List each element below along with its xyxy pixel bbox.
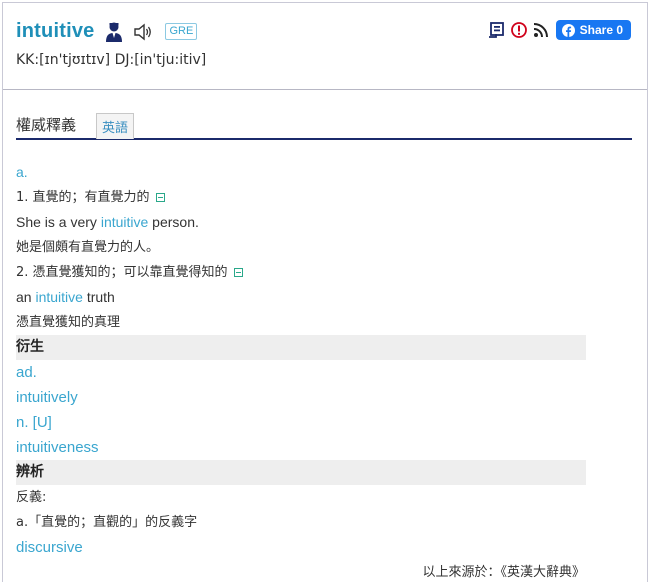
part-of-speech: a. [16, 164, 28, 180]
antonym-label: 反義: [16, 490, 47, 505]
derivative-word-2[interactable]: intuitiveness [16, 435, 586, 460]
section-analysis: 辨析 [16, 460, 586, 485]
example-1-translation: 她是個頗有直覺力的人。 [16, 240, 160, 255]
flashcard-icon[interactable] [488, 21, 506, 39]
report-icon[interactable] [510, 21, 528, 39]
definition-2-text: 2. 憑直覺獲知的；可以靠直覺得知的 [16, 265, 228, 280]
definition-tabs: 權威釋義 英語 [16, 111, 632, 140]
collapse-icon[interactable] [155, 193, 165, 202]
example-1: She is a very intuitive person. [16, 210, 586, 235]
derivative-pos-2: n. [U] [16, 414, 52, 431]
entry-content: a. 1. 直覺的；有直覺力的 She is a very intuitive … [16, 160, 586, 560]
definition-1-text: 1. 直覺的；有直覺力的 [16, 190, 150, 205]
facebook-icon [561, 23, 575, 37]
tab-english[interactable]: 英語 [96, 113, 135, 139]
gre-badge: GRE [165, 23, 198, 40]
example-2: an intuitive truth [16, 285, 586, 310]
example-2-keyword: intuitive [35, 289, 83, 305]
tab-authoritative[interactable]: 權威釋義 [16, 114, 76, 135]
entry-header: intuitive GRE KK:[ɪn'tjʊɪtɪv] DJ:[in'tju… [3, 3, 647, 90]
phonetic: KK:[ɪn'tjʊɪtɪv] DJ:[in'tju:itiv] [16, 52, 207, 68]
definition-2: 2. 憑直覺獲知的；可以靠直覺得知的 [16, 260, 586, 285]
speaker-icon[interactable] [133, 23, 153, 41]
example-2-post: truth [82, 289, 115, 305]
derivative-word-1[interactable]: intuitively [16, 385, 586, 410]
collapse-icon[interactable] [233, 268, 243, 277]
example-2-pre: an [16, 289, 36, 305]
dictionary-panel: intuitive GRE KK:[ɪn'tjʊɪtɪv] DJ:[in'tju… [2, 2, 648, 582]
share-label: Share 0 [579, 23, 623, 37]
headword: intuitive [16, 20, 95, 42]
antonym-note: a.「直覺的；直觀的」的反義字 [16, 515, 198, 530]
antonym-word[interactable]: discursive [16, 535, 586, 560]
definition-1: 1. 直覺的；有直覺力的 [16, 185, 586, 210]
example-1-pre: She is a very [16, 214, 101, 230]
source-credit: 以上來源於：《英漢大辭典》 [422, 565, 585, 580]
example-1-keyword: intuitive [100, 214, 149, 230]
example-2-translation: 憑直覺獲知的真理 [16, 315, 121, 330]
headword-row: intuitive GRE [16, 20, 198, 43]
rss-icon[interactable] [532, 21, 550, 39]
facebook-share-button[interactable]: Share 0 [555, 20, 631, 40]
section-derivatives: 衍生 [16, 335, 586, 360]
toolbar: Share 0 [484, 20, 631, 40]
derivative-pos-1: ad. [16, 364, 37, 381]
example-1-post: person. [148, 214, 199, 230]
person-icon[interactable] [104, 21, 124, 43]
